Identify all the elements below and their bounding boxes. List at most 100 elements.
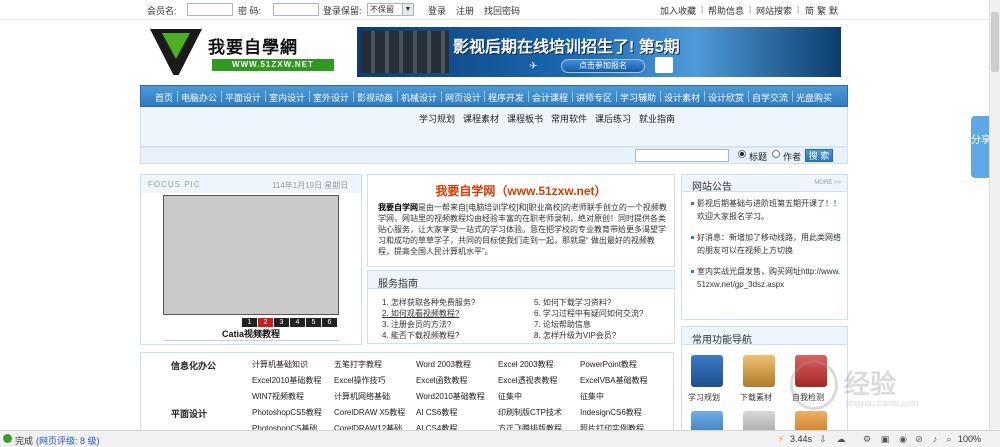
- announcement-item[interactable]: 室内实战光盘发售，购买网址http://www.51zxw.net/gp_3ds…: [691, 265, 843, 291]
- zoom-level[interactable]: 100%: [958, 434, 981, 444]
- login-link[interactable]: 登录: [428, 4, 446, 17]
- search-input[interactable]: [635, 149, 729, 162]
- service-link[interactable]: 1. 怎样获取各种免费服务?: [382, 297, 475, 308]
- focus-page-button[interactable]: 3: [273, 318, 289, 327]
- cloud-icon[interactable]: ☁: [836, 434, 846, 444]
- course-link[interactable]: Excel函数教程: [416, 375, 468, 386]
- subnav-item[interactable]: 课程板书: [507, 112, 543, 125]
- nav-item[interactable]: 室内设计: [269, 91, 305, 104]
- announcement-item[interactable]: 影视后期基础与进阶班第五期开课了！！欢迎大家报名学习。: [691, 197, 843, 223]
- nav-item[interactable]: 室外设计: [313, 91, 349, 104]
- download-icon[interactable]: ⇩: [818, 434, 828, 444]
- service-link[interactable]: 8. 怎样升级为VIP会员?: [534, 330, 616, 341]
- subnav-item[interactable]: 课程素材: [463, 112, 499, 125]
- focus-caption[interactable]: Catia视频教程: [163, 328, 339, 341]
- course-link[interactable]: Excel 2003教程: [498, 359, 554, 370]
- nav-item[interactable]: 学习辅助: [620, 91, 656, 104]
- password-input[interactable]: [273, 3, 319, 16]
- page-rating-link[interactable]: (网页评级: 8 级): [36, 434, 100, 447]
- settings-icon[interactable]: ⚙: [862, 434, 872, 444]
- site-search-link[interactable]: 网站搜索: [756, 4, 792, 17]
- nav-item[interactable]: 设计欣赏: [708, 91, 744, 104]
- subnav-item[interactable]: 常用软件: [551, 112, 587, 125]
- focus-page-button[interactable]: 6: [321, 318, 337, 327]
- course-link[interactable]: 征集中: [580, 391, 604, 402]
- course-link[interactable]: PhotoshopCS5教程: [252, 407, 322, 418]
- nav-item[interactable]: 光盘购买: [796, 91, 832, 104]
- nav-item[interactable]: 首页: [155, 91, 173, 104]
- focus-image[interactable]: [163, 195, 339, 315]
- member-input[interactable]: [187, 3, 233, 16]
- default-link[interactable]: 默: [829, 4, 838, 17]
- announcement-item[interactable]: 好消息：新增加了移动线路，用此类网络的朋友可以在视频上方切换: [691, 231, 843, 257]
- study-plan-icon[interactable]: [691, 355, 723, 387]
- category-office[interactable]: 信息化办公: [171, 359, 216, 372]
- monitor-icon[interactable]: ▣: [880, 434, 890, 444]
- site-logo[interactable]: 我要自學網 WWW.51ZXW.NET: [150, 27, 355, 77]
- focus-page-button[interactable]: 2: [257, 318, 273, 327]
- nav-item[interactable]: 程序开发: [488, 91, 524, 104]
- nav-item[interactable]: 机械设计: [401, 91, 437, 104]
- course-link[interactable]: Word2010基础教程: [416, 391, 485, 402]
- register-link[interactable]: 注册: [456, 4, 474, 17]
- service-link[interactable]: 3. 注册会员的方法?: [382, 319, 451, 330]
- course-link[interactable]: 计算机基础知识: [252, 359, 308, 370]
- course-link[interactable]: AI CS6教程: [416, 407, 457, 418]
- focus-page-button[interactable]: 5: [305, 318, 321, 327]
- vertical-scrollbar[interactable]: [989, 0, 1000, 430]
- category-graphic-design[interactable]: 平面设计: [171, 407, 207, 420]
- more-link[interactable]: MORE >>: [814, 180, 841, 186]
- nav-item[interactable]: 网页设计: [445, 91, 481, 104]
- nav-item[interactable]: 讲师专区: [576, 91, 612, 104]
- subnav-item[interactable]: 学习规划: [419, 112, 455, 125]
- nav-item[interactable]: 设计素材: [664, 91, 700, 104]
- subnav-item[interactable]: 课后练习: [595, 112, 631, 125]
- course-link[interactable]: CorelDRAW X5教程: [334, 407, 405, 418]
- service-link[interactable]: 5. 如何下载学习资料?: [534, 297, 611, 308]
- course-link[interactable]: Excel透视表教程: [498, 375, 558, 386]
- nav-item[interactable]: 会计课程: [532, 91, 568, 104]
- nav-item[interactable]: 影视动画: [357, 91, 393, 104]
- course-link[interactable]: WIN7视频教程: [252, 391, 304, 402]
- simplified-link[interactable]: 简: [805, 4, 814, 17]
- focus-page-button[interactable]: 1: [241, 318, 257, 327]
- share-tab[interactable]: 分享: [971, 116, 991, 178]
- course-link[interactable]: 印刷制版CTP技术: [498, 407, 562, 418]
- block-icon[interactable]: ⊘: [914, 434, 924, 444]
- search-button[interactable]: 搜 索: [805, 149, 833, 162]
- course-link[interactable]: PowerPoint教程: [580, 359, 637, 370]
- download-box-icon[interactable]: [743, 355, 775, 387]
- title-radio[interactable]: [738, 150, 746, 158]
- course-link[interactable]: ExcelVBA基础教程: [580, 375, 648, 386]
- remember-select[interactable]: 不保留 ▼: [367, 3, 414, 16]
- download-label[interactable]: 下载素材: [740, 392, 772, 403]
- author-radio[interactable]: [772, 150, 780, 158]
- sound-icon[interactable]: ♪: [930, 434, 940, 444]
- zoom-icon[interactable]: ⌕: [944, 434, 954, 444]
- eye-icon[interactable]: ◉: [898, 434, 908, 444]
- add-favorite-link[interactable]: 加入收藏: [660, 4, 696, 17]
- scrollbar-thumb[interactable]: [991, 12, 999, 72]
- service-link[interactable]: 7. 论坛帮助信息: [534, 319, 591, 330]
- recover-password-link[interactable]: 找回密码: [484, 4, 520, 17]
- course-link[interactable]: 计算机网络基础: [334, 391, 390, 402]
- course-link[interactable]: 五笔打字教程: [334, 359, 382, 370]
- service-link[interactable]: 6. 学习过程中有疑问如何交流?: [534, 308, 643, 319]
- nav-item[interactable]: 平面设计: [225, 91, 261, 104]
- study-plan-label[interactable]: 学习规划: [688, 392, 720, 403]
- course-link[interactable]: Word 2003教程: [416, 359, 471, 370]
- banner-signup-button[interactable]: 点击参加报名: [561, 59, 645, 73]
- course-link[interactable]: 征集中: [498, 391, 522, 402]
- focus-page-button[interactable]: 4: [289, 318, 305, 327]
- nav-item[interactable]: 电脑办公: [181, 91, 217, 104]
- course-link[interactable]: Excel操作技巧: [334, 375, 386, 386]
- subnav-item[interactable]: 就业指南: [639, 112, 675, 125]
- course-link[interactable]: IndesignCS6教程: [580, 407, 642, 418]
- service-link[interactable]: 2. 如何观看视频教程?: [382, 308, 459, 319]
- traditional-link[interactable]: 繁: [817, 4, 826, 17]
- nav-item[interactable]: 自学交流: [752, 91, 788, 104]
- service-link[interactable]: 4. 能否下载视频教程?: [382, 330, 459, 341]
- promo-banner[interactable]: 影视后期在线培训招生了! 第5期 ✈ 点击参加报名: [357, 27, 841, 77]
- help-link[interactable]: 帮助信息: [708, 4, 744, 17]
- course-link[interactable]: Excel2010基础教程: [252, 375, 321, 386]
